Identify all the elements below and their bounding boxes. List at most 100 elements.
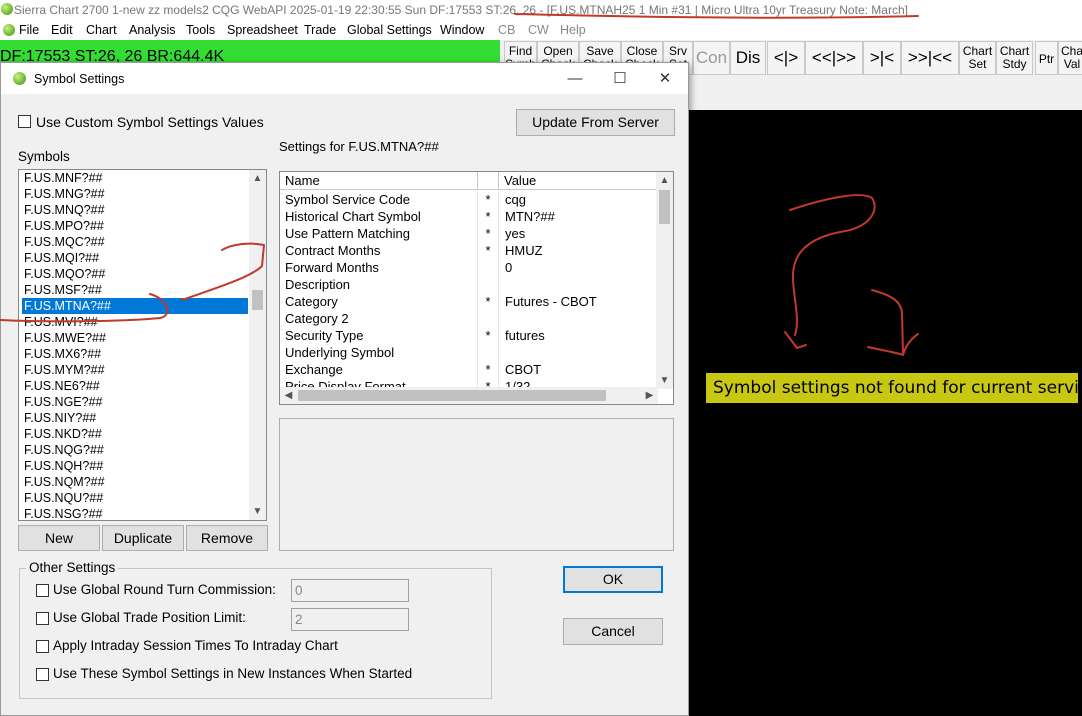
grid-vertical-scrollbar[interactable]: ▲ ▼ [656, 172, 673, 389]
grid-row[interactable]: Security Type * futures [280, 327, 658, 344]
remove-button[interactable]: Remove [186, 525, 268, 551]
zoom-button-3[interactable]: >|< [863, 41, 901, 75]
symbols-scrollbar[interactable]: ▲ ▼ [249, 170, 266, 520]
disconnect-button[interactable]: Dis [730, 41, 766, 75]
list-item[interactable]: F.US.MWE?## [22, 330, 248, 346]
minimize-icon[interactable]: — [552, 63, 598, 94]
list-item[interactable]: F.US.MNF?## [22, 170, 248, 186]
grid-cell-value[interactable]: futures [505, 327, 658, 344]
menu-trade[interactable]: Trade [304, 23, 336, 37]
grid-row[interactable]: Category * Futures - CBOT [280, 293, 658, 310]
grid-cell-value[interactable]: yes [505, 225, 658, 242]
column-header-name[interactable]: Name [280, 172, 478, 190]
menu-help[interactable]: Help [560, 23, 586, 37]
list-item[interactable]: F.US.MQC?## [22, 234, 248, 250]
grid-cell-value[interactable]: Futures - CBOT [505, 293, 658, 310]
session-times-checkbox[interactable] [36, 640, 49, 653]
round-turn-input[interactable]: 0 [291, 579, 409, 602]
grid-cell-value[interactable]: HMUZ [505, 242, 658, 259]
scroll-down-arrow-icon[interactable]: ▼ [656, 372, 673, 389]
position-limit-input[interactable]: 2 [291, 608, 409, 631]
new-instances-checkbox[interactable] [36, 668, 49, 681]
duplicate-button[interactable]: Duplicate [102, 525, 184, 551]
scroll-left-arrow-icon[interactable]: ◀ [280, 387, 297, 404]
list-item[interactable]: F.US.MYM?## [22, 362, 248, 378]
grid-row[interactable]: Historical Chart Symbol * MTN?## [280, 208, 658, 225]
scroll-up-arrow-icon[interactable]: ▲ [656, 172, 673, 189]
scroll-thumb[interactable] [659, 190, 670, 224]
chart-settings-button[interactable]: Chart Set [959, 41, 996, 75]
list-item[interactable]: F.US.MNG?## [22, 186, 248, 202]
grid-row[interactable]: Contract Months * HMUZ [280, 242, 658, 259]
grid-cell-value[interactable]: cqg [505, 191, 658, 208]
cancel-button[interactable]: Cancel [563, 618, 663, 645]
grid-horizontal-scrollbar[interactable]: ◀ ▶ [280, 387, 658, 404]
grid-cell-value[interactable] [505, 344, 658, 361]
app-menu-icon[interactable] [3, 24, 15, 36]
list-item[interactable]: F.US.MX6?## [22, 346, 248, 362]
menu-spreadsheet[interactable]: Spreadsheet [227, 23, 298, 37]
list-item[interactable]: F.US.NSG?## [22, 506, 248, 520]
zoom-button-1[interactable]: <|> [767, 41, 805, 75]
grid-row[interactable]: Underlying Symbol [280, 344, 658, 361]
chart-studies-button[interactable]: Chart Stdy [996, 41, 1033, 75]
zoom-button-4[interactable]: >>|<< [901, 41, 959, 75]
list-item[interactable]: F.US.NQH?## [22, 458, 248, 474]
menu-file[interactable]: File [19, 23, 39, 37]
use-custom-checkbox[interactable] [18, 115, 31, 128]
menu-tools[interactable]: Tools [186, 23, 215, 37]
list-item[interactable]: F.US.NQG?## [22, 442, 248, 458]
column-header-value[interactable]: Value [499, 172, 658, 190]
list-item[interactable]: F.US.NGE?## [22, 394, 248, 410]
list-item[interactable]: F.US.NQM?## [22, 474, 248, 490]
scroll-down-arrow-icon[interactable]: ▼ [249, 503, 266, 520]
list-item[interactable]: F.US.MNQ?## [22, 202, 248, 218]
list-item[interactable]: F.US.NIY?## [22, 410, 248, 426]
list-item[interactable]: F.US.MQI?## [22, 250, 248, 266]
grid-row[interactable]: Category 2 [280, 310, 658, 327]
grid-row[interactable]: Use Pattern Matching * yes [280, 225, 658, 242]
grid-cell-value[interactable] [505, 276, 658, 293]
scroll-thumb[interactable] [298, 390, 606, 401]
column-header-flag[interactable] [478, 172, 499, 190]
menu-cb[interactable]: CB [498, 23, 515, 37]
grid-cell-value[interactable] [505, 310, 658, 327]
round-turn-checkbox[interactable] [36, 584, 49, 597]
menu-analysis[interactable]: Analysis [129, 23, 176, 37]
grid-cell-value[interactable]: CBOT [505, 361, 658, 378]
scroll-right-arrow-icon[interactable]: ▶ [641, 387, 658, 404]
list-item[interactable]: F.US.MVI?## [22, 314, 248, 330]
symbols-list[interactable]: F.US.MNF?## F.US.MNG?## F.US.MNQ?## F.US… [18, 169, 267, 521]
menu-edit[interactable]: Edit [51, 23, 73, 37]
connect-button[interactable]: Con [693, 41, 730, 75]
position-limit-checkbox[interactable] [36, 612, 49, 625]
maximize-icon[interactable]: ☐ [597, 63, 643, 94]
grid-cell-value[interactable]: MTN?## [505, 208, 658, 225]
grid-row[interactable]: Forward Months 0 [280, 259, 658, 276]
scroll-thumb[interactable] [252, 290, 263, 310]
grid-row[interactable]: Symbol Service Code * cqg [280, 191, 658, 208]
pointer-button[interactable]: Ptr [1035, 41, 1058, 75]
settings-grid[interactable]: Name Value Symbol Service Code * cqg His… [279, 171, 674, 405]
scroll-up-arrow-icon[interactable]: ▲ [249, 170, 266, 187]
chart-area[interactable] [688, 110, 1082, 716]
grid-row[interactable]: Exchange * CBOT [280, 361, 658, 378]
list-item[interactable]: F.US.MSF?## [22, 282, 248, 298]
ok-button[interactable]: OK [563, 566, 663, 593]
menu-cw[interactable]: CW [528, 23, 549, 37]
grid-cell-value[interactable]: 0 [505, 259, 658, 276]
list-item[interactable]: F.US.NKD?## [22, 426, 248, 442]
list-item[interactable]: F.US.NE6?## [22, 378, 248, 394]
new-button[interactable]: New [18, 525, 100, 551]
list-item[interactable]: F.US.MQO?## [22, 266, 248, 282]
list-item[interactable]: F.US.NQU?## [22, 490, 248, 506]
menu-chart[interactable]: Chart [86, 23, 117, 37]
list-item[interactable]: F.US.MPO?## [22, 218, 248, 234]
update-from-server-button[interactable]: Update From Server [516, 109, 675, 136]
grid-row[interactable]: Description [280, 276, 658, 293]
menu-global-settings[interactable]: Global Settings [347, 23, 432, 37]
list-item-selected[interactable]: F.US.MTNA?## [22, 298, 248, 314]
chart-values-button[interactable]: Cha Val [1058, 41, 1082, 75]
menu-window[interactable]: Window [440, 23, 484, 37]
close-icon[interactable]: ✕ [642, 63, 688, 94]
